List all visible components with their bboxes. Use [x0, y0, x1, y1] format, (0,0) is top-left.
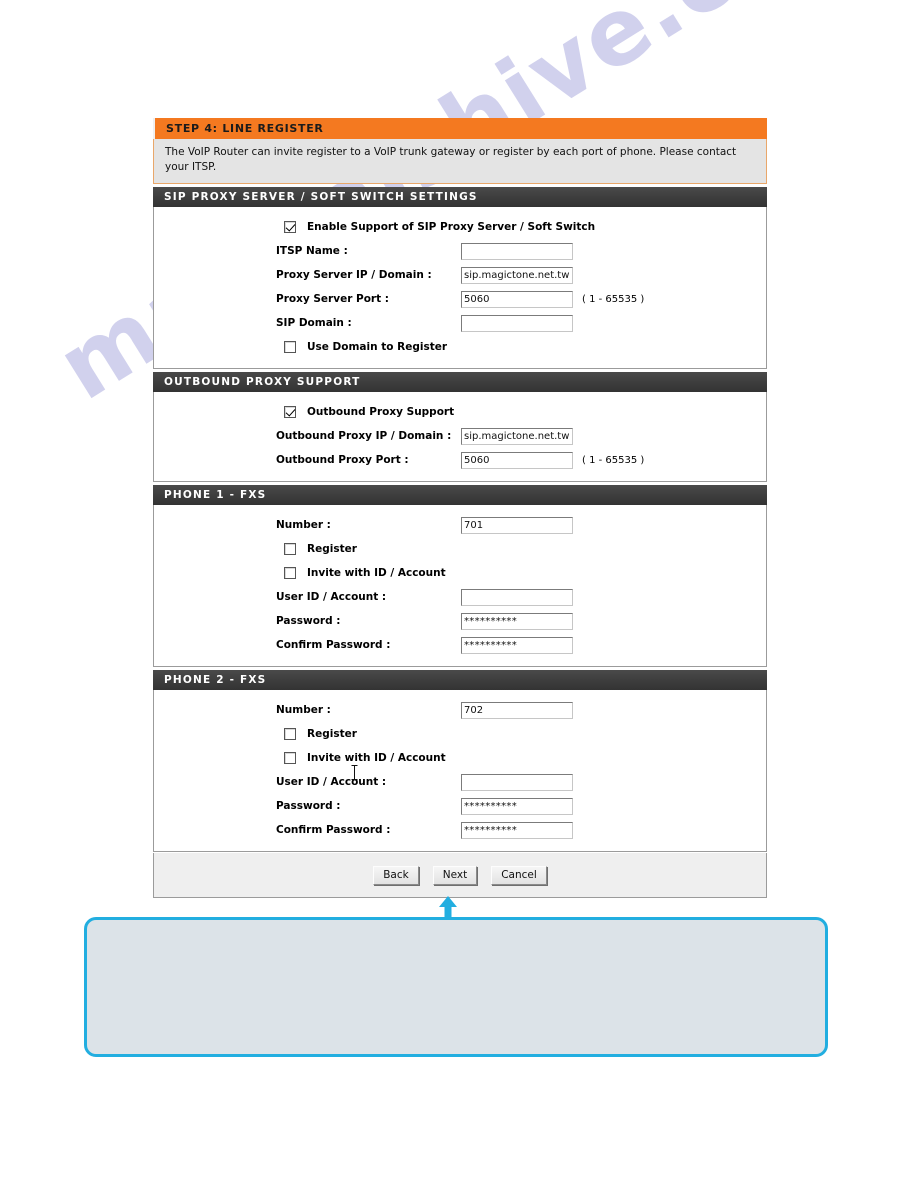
field-label: Confirm Password :	[276, 639, 391, 651]
checkbox-label[interactable]: Invite with ID / Account	[307, 567, 446, 579]
field-row: Proxy Server IP / Domain : sip.magictone.…	[154, 263, 766, 287]
checkbox-checked-icon[interactable]	[284, 221, 296, 233]
field-label: Outbound Proxy Port :	[276, 454, 409, 466]
step-title-bar: STEP 4: LINE REGISTER	[153, 118, 767, 139]
checkbox-label[interactable]: Register	[307, 543, 357, 555]
section-phone-2-fxs: PHONE 2 - FXS Number : 702 Register Invite w…	[153, 670, 767, 852]
checkbox-row: Invite with ID / Account	[154, 561, 766, 585]
step-description: The VoIP Router can invite register to a…	[153, 139, 767, 184]
field-label: Password :	[276, 615, 341, 627]
field-label: Proxy Server IP / Domain :	[276, 269, 432, 281]
password-input[interactable]: **********	[461, 612, 573, 630]
back-button[interactable]: Back	[373, 865, 419, 885]
section-body-outbound-proxy: Outbound Proxy Support Outbound Proxy IP …	[153, 392, 767, 482]
checkbox-checked-icon[interactable]	[284, 406, 296, 418]
section-header-sip-proxy: SIP PROXY SERVER / SOFT SWITCH SETTINGS	[153, 187, 767, 207]
section-outbound-proxy: OUTBOUND PROXY SUPPORT Outbound Proxy Sup…	[153, 372, 767, 482]
checkbox-row: Register	[154, 537, 766, 561]
checkbox-row: Register	[154, 722, 766, 746]
field-label: Confirm Password :	[276, 824, 391, 836]
section-body-phone-2-fxs: Number : 702 Register Invite with ID / Acco…	[153, 690, 767, 852]
section-header-phone-2-fxs: PHONE 2 - FXS	[153, 670, 767, 690]
checkbox-row: Enable Support of SIP Proxy Server / Sof…	[154, 215, 766, 239]
section-body-phone-1-fxs: Number : 701 Register Invite with ID / Acco…	[153, 505, 767, 667]
field-row: Proxy Server Port : 5060 ( 1 - 65535 )	[154, 287, 766, 311]
text-input[interactable]	[461, 773, 573, 791]
field-label: Outbound Proxy IP / Domain :	[276, 430, 452, 442]
password-input[interactable]: **********	[461, 821, 573, 839]
section-header-outbound-proxy: OUTBOUND PROXY SUPPORT	[153, 372, 767, 392]
text-input[interactable]	[461, 242, 573, 260]
cancel-button[interactable]: Cancel	[491, 865, 547, 885]
field-row: ITSP Name :	[154, 239, 766, 263]
field-row: Confirm Password : **********	[154, 818, 766, 842]
field-label: Number :	[276, 519, 331, 531]
field-label: Proxy Server Port :	[276, 293, 389, 305]
checkbox-label[interactable]: Outbound Proxy Support	[307, 406, 454, 418]
field-label: Number :	[276, 704, 331, 716]
text-input[interactable]	[461, 314, 573, 332]
field-row: User ID / Account :	[154, 770, 766, 794]
checkbox-unchecked-icon[interactable]	[284, 543, 296, 555]
text-input[interactable]	[461, 588, 573, 606]
section-sip-proxy: SIP PROXY SERVER / SOFT SWITCH SETTINGS E…	[153, 187, 767, 369]
field-row: Outbound Proxy Port : 5060 ( 1 - 65535 )	[154, 448, 766, 472]
field-hint: ( 1 - 65535 )	[582, 454, 645, 466]
checkbox-label[interactable]: Invite with ID / Account	[307, 752, 446, 764]
password-input[interactable]: **********	[461, 797, 573, 815]
field-row: User ID / Account :	[154, 585, 766, 609]
section-phone-1-fxs: PHONE 1 - FXS Number : 701 Register Invite w…	[153, 485, 767, 667]
checkbox-row: Use Domain to Register	[154, 335, 766, 359]
annotation-callout-box	[84, 917, 828, 1057]
checkbox-unchecked-icon[interactable]	[284, 341, 296, 353]
field-row: Number : 702	[154, 698, 766, 722]
field-row: Password : **********	[154, 609, 766, 633]
checkbox-row: Invite with ID / Account	[154, 746, 766, 770]
page-canvas: manualshive.com STEP 4: LINE REGISTER Th…	[0, 0, 918, 1188]
sections-container: SIP PROXY SERVER / SOFT SWITCH SETTINGS E…	[153, 187, 767, 852]
next-button[interactable]: Next	[432, 865, 478, 885]
checkbox-label[interactable]: Enable Support of SIP Proxy Server / Sof…	[307, 221, 595, 233]
checkbox-label[interactable]: Use Domain to Register	[307, 341, 447, 353]
text-input[interactable]: 5060	[461, 290, 573, 308]
field-label: User ID / Account :	[276, 776, 387, 788]
password-input[interactable]: **********	[461, 636, 573, 654]
text-input[interactable]: sip.magictone.net.tw	[461, 427, 573, 445]
field-label: ITSP Name :	[276, 245, 348, 257]
checkbox-unchecked-icon[interactable]	[284, 567, 296, 579]
text-input[interactable]: sip.magictone.net.tw	[461, 266, 573, 284]
field-row: Number : 701	[154, 513, 766, 537]
field-hint: ( 1 - 65535 )	[582, 293, 645, 305]
checkbox-unchecked-icon[interactable]	[284, 728, 296, 740]
section-body-sip-proxy: Enable Support of SIP Proxy Server / Sof…	[153, 207, 767, 369]
field-row: Confirm Password : **********	[154, 633, 766, 657]
text-input[interactable]: 701	[461, 516, 573, 534]
field-label: Password :	[276, 800, 341, 812]
checkbox-row: Outbound Proxy Support	[154, 400, 766, 424]
form-footer: Back Next Cancel	[153, 853, 767, 898]
checkbox-unchecked-icon[interactable]	[284, 752, 296, 764]
text-input[interactable]: 702	[461, 701, 573, 719]
section-header-phone-1-fxs: PHONE 1 - FXS	[153, 485, 767, 505]
field-label: SIP Domain :	[276, 317, 352, 329]
router-config-panel: STEP 4: LINE REGISTER The VoIP Router ca…	[153, 118, 767, 898]
checkbox-label[interactable]: Register	[307, 728, 357, 740]
field-label: User ID / Account :	[276, 591, 387, 603]
field-row: Password : **********	[154, 794, 766, 818]
text-input[interactable]: 5060	[461, 451, 573, 469]
field-row: Outbound Proxy IP / Domain : sip.magicton…	[154, 424, 766, 448]
field-row: SIP Domain :	[154, 311, 766, 335]
